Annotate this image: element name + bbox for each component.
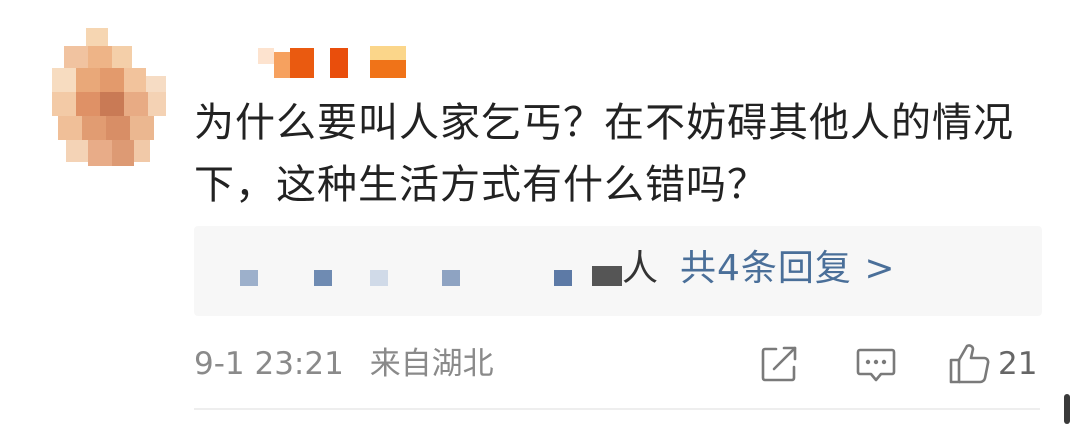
comment-meta: 9-1 23:21 来自湖北 <box>194 344 494 384</box>
divider <box>194 408 1040 410</box>
view-replies-link[interactable]: 共4条回复 > <box>680 247 896 291</box>
avatar[interactable] <box>52 28 168 168</box>
share-icon <box>761 346 797 382</box>
like-count: 21 <box>998 346 1038 382</box>
comment-location: 来自湖北 <box>369 346 494 382</box>
comment-button[interactable] <box>854 340 898 388</box>
comment-icon <box>856 348 896 382</box>
scrollbar[interactable] <box>1064 394 1070 424</box>
comment-text: 为什么要叫人家乞丐？在不妨碍其他人的情况下，这种生活方式有什么错吗？ <box>194 100 1014 208</box>
reply-preview[interactable] <box>194 226 1042 316</box>
comment-date: 9-1 23:21 <box>194 346 344 382</box>
like-button[interactable]: 21 <box>946 340 1037 388</box>
share-button[interactable] <box>758 340 800 388</box>
reply-username-suffix: 人 <box>622 248 659 289</box>
thumbs-up-icon <box>949 344 990 384</box>
username[interactable] <box>258 44 408 84</box>
